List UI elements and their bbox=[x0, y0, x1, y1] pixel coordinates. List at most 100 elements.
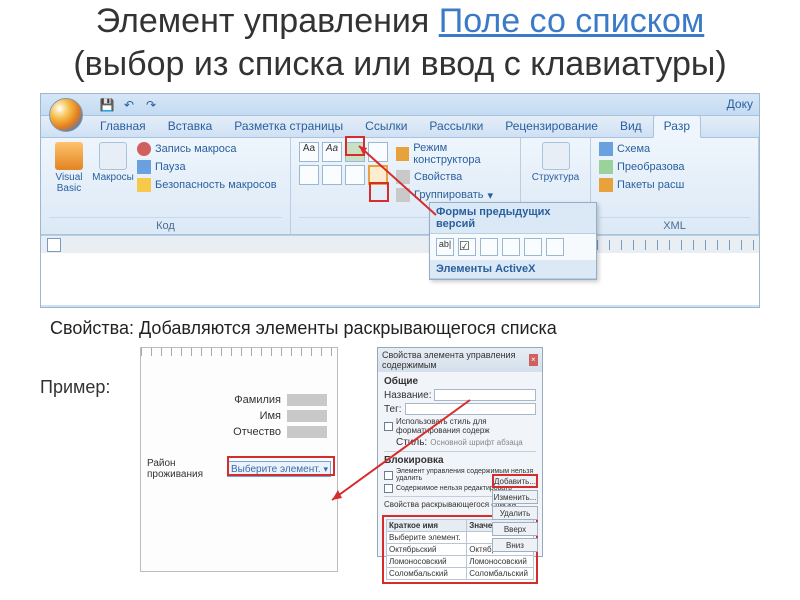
pause-macro-button[interactable]: Пауза bbox=[137, 160, 277, 174]
macros-button[interactable]: Макросы bbox=[93, 142, 133, 183]
up-button[interactable]: Вверх bbox=[492, 522, 538, 536]
word-window: Доку 💾 ↶ ↷ Главная Вставка Разметка стра… bbox=[40, 93, 760, 308]
building-block-icon[interactable] bbox=[368, 142, 388, 162]
district-combobox[interactable]: Выберите элемент. bbox=[227, 461, 331, 477]
tab-view[interactable]: Вид bbox=[609, 115, 653, 137]
down-button[interactable]: Вниз bbox=[492, 538, 538, 552]
group-button[interactable]: Группировать ▾ bbox=[396, 188, 512, 202]
tab-review[interactable]: Рецензирование bbox=[494, 115, 609, 137]
save-icon[interactable]: 💾 bbox=[99, 97, 115, 113]
dropdown-control-icon[interactable] bbox=[322, 165, 342, 185]
redo-icon[interactable]: ↷ bbox=[143, 97, 159, 113]
slide-title: Элемент управления Поле со списком (выбо… bbox=[0, 0, 800, 91]
tab-mailings[interactable]: Рассылки bbox=[418, 115, 494, 137]
activex-header: Элементы ActiveX bbox=[430, 260, 596, 279]
design-mode-button[interactable]: Режим конструктора bbox=[396, 142, 512, 166]
tag-input-field[interactable] bbox=[405, 403, 536, 415]
record-macro-button[interactable]: Запись макроса bbox=[137, 142, 277, 156]
title-post: (выбор из списка или ввод с клавиатуры) bbox=[73, 45, 726, 83]
ribbon-tabs: Главная Вставка Разметка страницы Ссылки… bbox=[41, 116, 759, 138]
tag-label: Тег: bbox=[384, 404, 402, 415]
ruler-marker[interactable] bbox=[47, 238, 61, 252]
visual-basic-button[interactable]: Visual Basic bbox=[49, 142, 89, 194]
title-pre: Элемент управления bbox=[96, 2, 439, 40]
group-xml: Схема Преобразова Пакеты расш XML bbox=[591, 138, 759, 234]
style-value[interactable]: Основной шрифт абзаца bbox=[430, 438, 523, 447]
ruler bbox=[41, 235, 759, 253]
lock-section-label: Блокировка bbox=[384, 455, 536, 466]
dialog-titlebar[interactable]: Свойства элемента управления содержимым … bbox=[378, 348, 542, 372]
group-code: Visual Basic Макросы Запись макроса Пауз… bbox=[41, 138, 291, 234]
richtext-control-icon[interactable]: Aa bbox=[299, 142, 319, 162]
example-label: Пример: bbox=[40, 347, 136, 398]
name-input-field[interactable] bbox=[434, 389, 536, 401]
transform-icon bbox=[599, 160, 613, 174]
macro-security-button[interactable]: Безопасность макросов bbox=[137, 178, 277, 192]
properties-dialog: Свойства элемента управления содержимым … bbox=[377, 347, 543, 557]
surname-input[interactable] bbox=[287, 394, 327, 406]
add-button[interactable]: Добавить... bbox=[492, 474, 538, 488]
schema-button[interactable]: Схема bbox=[599, 142, 685, 156]
tab-developer[interactable]: Разр bbox=[653, 115, 701, 138]
properties-button[interactable]: Свойства bbox=[396, 170, 512, 184]
group-xml-label: XML bbox=[599, 217, 750, 232]
package-icon bbox=[599, 178, 613, 192]
dialog-title: Свойства элемента управления содержимым bbox=[382, 350, 529, 370]
legacy-reset-icon[interactable] bbox=[546, 238, 564, 256]
group-icon bbox=[396, 188, 410, 202]
title-highlight: Поле со списком bbox=[439, 2, 704, 40]
legacy-textfield-icon[interactable]: ab| bbox=[436, 238, 454, 256]
transform-button[interactable]: Преобразова bbox=[599, 160, 685, 174]
office-button[interactable] bbox=[49, 98, 83, 132]
properties-caption: Свойства: Добавляются элементы раскрываю… bbox=[50, 312, 800, 345]
name-input[interactable] bbox=[287, 410, 327, 422]
use-style-label: Использовать стиль для форматирования со… bbox=[396, 417, 536, 435]
record-icon bbox=[137, 142, 151, 156]
tab-insert[interactable]: Вставка bbox=[157, 115, 224, 137]
legacy-tools-dropdown: Формы предыдущих версий ab| ☑ Элементы A… bbox=[429, 202, 597, 280]
lock-delete-checkbox[interactable] bbox=[384, 471, 393, 480]
combobox-control-icon[interactable] bbox=[299, 165, 319, 185]
properties-icon bbox=[396, 170, 410, 184]
close-icon[interactable]: × bbox=[529, 354, 538, 366]
use-style-checkbox[interactable] bbox=[384, 422, 393, 431]
field-name: Имя bbox=[141, 408, 337, 424]
general-section-label: Общие bbox=[384, 376, 536, 387]
name-label: Название: bbox=[384, 390, 431, 401]
example-document: Фамилия Имя Отчество Район проживания Вы… bbox=[140, 347, 338, 572]
warning-icon bbox=[137, 178, 151, 192]
legacy-shading-icon[interactable] bbox=[524, 238, 542, 256]
tab-references[interactable]: Ссылки bbox=[354, 115, 418, 137]
expansion-packs-button[interactable]: Пакеты расш bbox=[599, 178, 685, 192]
lock-edit-checkbox[interactable] bbox=[384, 484, 393, 493]
legacy-forms-header: Формы предыдущих версий bbox=[430, 203, 596, 234]
edit-button[interactable]: Изменить... bbox=[492, 490, 538, 504]
tab-layout[interactable]: Разметка страницы bbox=[223, 115, 354, 137]
style-label: Стиль: bbox=[396, 437, 427, 448]
field-patronymic: Отчество bbox=[141, 424, 337, 440]
structure-button[interactable]: Структура bbox=[536, 142, 576, 183]
delete-button[interactable]: Удалить bbox=[492, 506, 538, 520]
legacy-dropdown-icon[interactable] bbox=[480, 238, 498, 256]
structure-label: Структура bbox=[532, 172, 579, 183]
macros-label: Макросы bbox=[92, 172, 134, 183]
mini-ruler bbox=[141, 348, 337, 356]
visual-basic-label: Visual Basic bbox=[49, 172, 89, 194]
list-row: СоломбальскийСоломбальский bbox=[387, 568, 534, 580]
quick-access-toolbar: 💾 ↶ ↷ bbox=[41, 94, 759, 116]
legacy-tools-button[interactable] bbox=[368, 165, 388, 185]
date-control-icon[interactable] bbox=[345, 165, 365, 185]
col-shortname: Краткое имя bbox=[387, 520, 467, 532]
legacy-frame-icon[interactable] bbox=[502, 238, 520, 256]
pause-icon bbox=[137, 160, 151, 174]
undo-icon[interactable]: ↶ bbox=[121, 97, 137, 113]
schema-icon bbox=[599, 142, 613, 156]
district-label: Район проживания bbox=[147, 458, 223, 480]
legacy-checkbox-icon[interactable]: ☑ bbox=[458, 238, 476, 256]
design-icon bbox=[396, 147, 409, 161]
picture-control-icon[interactable] bbox=[345, 142, 365, 162]
field-surname: Фамилия bbox=[141, 392, 337, 408]
text-control-icon[interactable]: Aa bbox=[322, 142, 342, 162]
tab-home[interactable]: Главная bbox=[89, 115, 157, 137]
patronymic-input[interactable] bbox=[287, 426, 327, 438]
